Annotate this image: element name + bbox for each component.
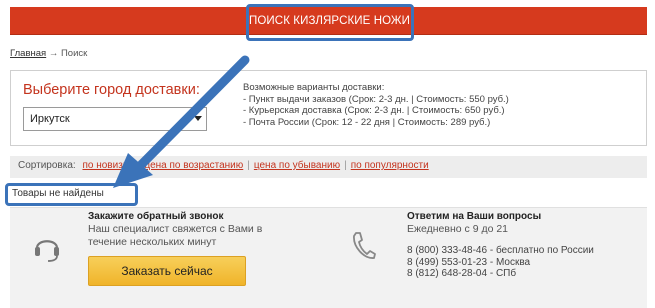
delivery-option: - Курьерская доставка (Срок: 2-3 дн. | С… <box>243 105 505 116</box>
sort-separator: | <box>344 160 347 171</box>
city-select-dropdown[interactable]: Иркутск <box>23 107 207 131</box>
sort-by-popularity-link[interactable]: по популярности <box>351 160 429 171</box>
delivery-options-heading: Возможные варианты доставки: <box>243 82 385 93</box>
delivery-option: - Пункт выдачи заказов (Срок: 2-3 дн. | … <box>243 93 509 105</box>
dropdown-arrow-icon <box>194 116 202 121</box>
contact-phones: 8 (800) 333-48-46 - бесплатно по России … <box>407 245 594 280</box>
city-select-title: Выберите город доставки: <box>23 82 200 98</box>
city-select-value: Иркутск <box>30 113 70 125</box>
breadcrumb-home-link[interactable]: Главная <box>10 48 46 59</box>
sort-label: Сортировка: <box>18 160 76 171</box>
delivery-options: Возможные варианты доставки: - Пункт выд… <box>243 82 509 128</box>
breadcrumb-current: Поиск <box>60 48 88 59</box>
breadcrumb: Главная → Поиск <box>10 48 87 59</box>
contact-title: Ответим на Ваши вопросы <box>407 211 542 222</box>
sort-separator: | <box>137 160 141 171</box>
sort-by-newest-link[interactable]: по новизне <box>82 160 133 171</box>
headset-icon <box>35 240 59 262</box>
phone-number[interactable]: 8 (800) 333-48-46 - бесплатно по России <box>407 245 594 257</box>
sort-by-price-desc-link[interactable]: цена по убыванию <box>254 160 340 171</box>
highlight-box-no-results <box>5 183 138 206</box>
breadcrumb-separator: → <box>48 48 59 59</box>
order-callback-button[interactable]: Заказать сейчас <box>88 256 246 286</box>
callback-title: Закажите обратный звонок <box>88 211 224 222</box>
sort-controls: Сортировка: по новизне | цена по возрастан… <box>18 160 429 171</box>
highlight-box-search <box>246 4 414 41</box>
sort-by-price-asc-link[interactable]: цена по возрастанию <box>144 160 243 171</box>
sort-separator: | <box>247 160 250 171</box>
delivery-option: - Почта России (Срок: 12 - 22 дня | Стои… <box>243 116 491 128</box>
phone-icon <box>353 232 376 259</box>
contact-hours: Ежедневно с 9 до 21 <box>407 223 509 235</box>
callback-description: Наш специалист свяжется с Вами в течение… <box>88 223 263 248</box>
phone-number[interactable]: 8 (499) 553-01-23 - Москва <box>407 257 594 269</box>
phone-number[interactable]: 8 (812) 648-28-04 - СПб <box>407 268 594 280</box>
